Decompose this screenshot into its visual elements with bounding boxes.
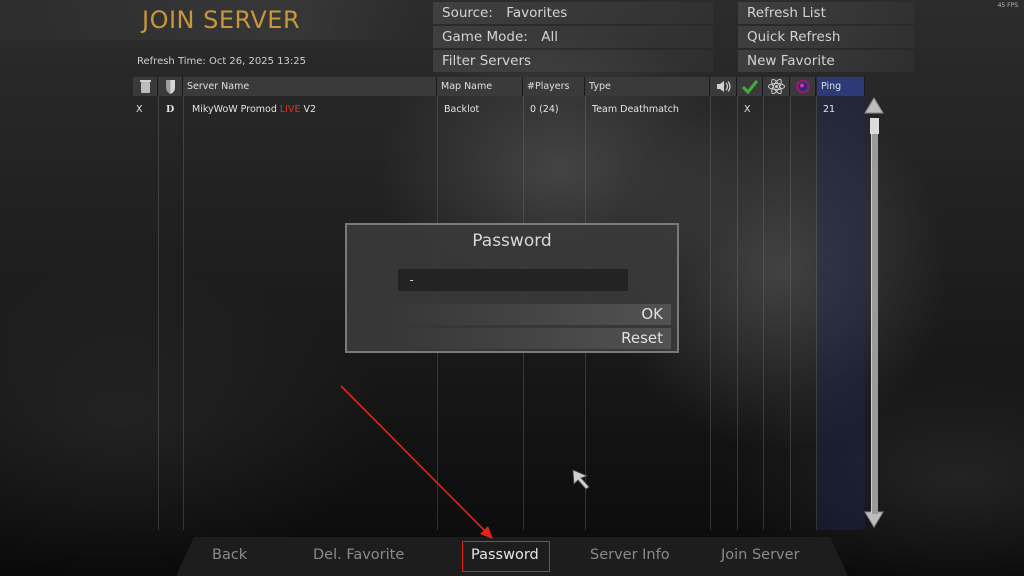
source-option[interactable]: Source: Favorites xyxy=(433,2,713,24)
column-map-name[interactable]: Map Name xyxy=(437,77,523,96)
password-highlight-box xyxy=(462,541,550,572)
column-divider xyxy=(158,96,159,530)
row-check: X xyxy=(744,104,751,115)
checkmark-icon xyxy=(741,80,759,95)
globe-icon xyxy=(796,79,810,94)
annotation-arrow xyxy=(340,385,493,539)
new-favorite-button[interactable]: New Favorite xyxy=(738,50,914,72)
back-button[interactable]: Back xyxy=(212,547,247,563)
row-players: 0 (24) xyxy=(530,104,559,115)
row-col-d: D xyxy=(166,104,175,115)
region-header[interactable] xyxy=(790,77,816,96)
mod-header[interactable] xyxy=(763,77,790,96)
ping-column-highlight xyxy=(817,96,865,530)
column-ping[interactable]: Ping xyxy=(817,77,865,96)
row-ping: 21 xyxy=(823,104,836,115)
game-mode-value: All xyxy=(541,29,559,45)
password-input[interactable] xyxy=(398,269,628,291)
column-players[interactable]: #Players xyxy=(523,77,585,96)
table-header: Server Name Map Name #Players Type Ping xyxy=(133,77,865,96)
mouse-cursor-icon xyxy=(572,469,590,490)
speaker-icon xyxy=(717,81,731,92)
column-divider xyxy=(790,96,791,530)
join-server-button[interactable]: Join Server xyxy=(721,547,800,563)
game-mode-option[interactable]: Game Mode: All xyxy=(433,26,713,48)
scroll-thumb[interactable] xyxy=(870,118,879,134)
reset-button[interactable]: Reset xyxy=(393,328,671,349)
voice-header[interactable] xyxy=(710,77,737,96)
scroll-rail[interactable] xyxy=(871,118,878,514)
dialog-title: Password xyxy=(472,231,552,251)
server-live-tag: LIVE xyxy=(279,104,301,115)
verified-header[interactable] xyxy=(737,77,763,96)
row-map: Backlot xyxy=(444,104,480,115)
column-server-name[interactable]: Server Name xyxy=(183,77,437,96)
server-info-button[interactable]: Server Info xyxy=(590,547,670,563)
atom-icon xyxy=(768,78,785,95)
column-divider xyxy=(763,96,764,530)
column-divider xyxy=(737,96,738,530)
del-favorite-button[interactable]: Del. Favorite xyxy=(313,547,404,563)
source-label: Source: xyxy=(442,5,493,21)
refresh-time: Refresh Time: Oct 26, 2025 13:25 xyxy=(137,56,306,67)
row-type: Team Deathmatch xyxy=(592,104,679,115)
filter-servers-button[interactable]: Filter Servers xyxy=(433,50,713,72)
server-name-suffix: V2 xyxy=(300,104,317,115)
row-server-name: MikyWoW Promod LIVE V2 xyxy=(192,104,316,115)
trash-can-header[interactable] xyxy=(133,77,158,96)
game-mode-label: Game Mode: xyxy=(442,29,528,45)
shield-icon xyxy=(166,80,175,94)
shield-header[interactable] xyxy=(158,77,183,96)
trash-can-icon xyxy=(140,80,151,93)
column-type[interactable]: Type xyxy=(585,77,710,96)
quick-refresh-button[interactable]: Quick Refresh xyxy=(738,26,914,48)
column-divider xyxy=(710,96,711,530)
refresh-list-button[interactable]: Refresh List xyxy=(738,2,914,24)
password-dialog: Password OK Reset xyxy=(345,223,679,353)
column-divider xyxy=(183,96,184,530)
fps-counter: 45 FPS xyxy=(997,2,1018,9)
page-title: JOIN SERVER xyxy=(142,6,301,34)
ok-button[interactable]: OK xyxy=(393,304,671,325)
server-name-text: MikyWoW Promod xyxy=(192,104,280,115)
source-value: Favorites xyxy=(506,5,568,21)
column-divider xyxy=(816,96,817,530)
row-col-x: X xyxy=(136,104,143,115)
scroll-up-icon[interactable] xyxy=(864,96,884,116)
